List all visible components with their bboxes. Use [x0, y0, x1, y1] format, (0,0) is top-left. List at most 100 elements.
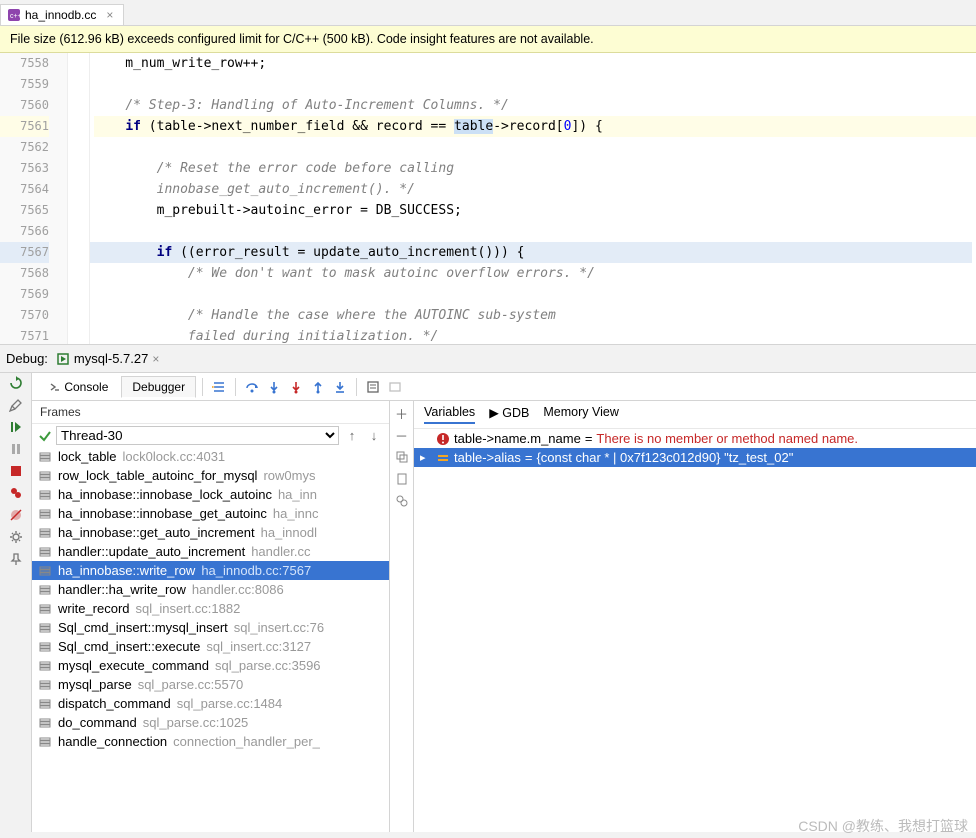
variables-tabs: Variables ▶ GDB Memory View — [414, 401, 976, 429]
frame-row[interactable]: dispatch_command sql_parse.cc:1484 — [32, 694, 389, 713]
warning-text: File size (612.96 kB) exceeds configured… — [10, 32, 594, 46]
evaluate-expression-icon[interactable] — [363, 377, 383, 397]
frame-row[interactable]: write_record sql_insert.cc:1882 — [32, 599, 389, 618]
frame-fn: ha_innobase::get_auto_increment — [58, 525, 255, 540]
debug-label: Debug: — [6, 351, 48, 366]
stackframe-icon — [38, 621, 52, 635]
check-icon — [38, 429, 52, 443]
force-step-into-icon[interactable] — [286, 377, 306, 397]
frame-row[interactable]: mysql_execute_command sql_parse.cc:3596 — [32, 656, 389, 675]
pin-icon[interactable] — [8, 551, 24, 567]
remove-watch-icon[interactable]: － — [394, 427, 410, 443]
pause-icon[interactable] — [8, 441, 24, 457]
add-watch-icon[interactable]: ＋ — [394, 405, 410, 421]
frame-row[interactable]: Sql_cmd_insert::mysql_insert sql_insert.… — [32, 618, 389, 637]
watch-expr: table->alias — [454, 450, 521, 465]
memory-view-tab[interactable]: Memory View — [543, 405, 618, 424]
variables-tab[interactable]: Variables — [424, 405, 475, 424]
frame-fn: ha_innobase::write_row — [58, 563, 195, 578]
console-tab[interactable]: Console — [38, 376, 119, 398]
frame-row[interactable]: ha_innobase::innobase_get_autoinc ha_inn… — [32, 504, 389, 523]
frame-fn: handler::ha_write_row — [58, 582, 186, 597]
frame-fn: ha_innobase::innobase_get_autoinc — [58, 506, 267, 521]
frames-pane: Frames Thread-30 ↑ ↓ lock_table lock0loc… — [32, 401, 390, 832]
rerun-icon[interactable] — [8, 375, 24, 391]
editor-tab[interactable]: c++ ha_innodb.cc × — [0, 4, 124, 25]
editor-tab-label: ha_innodb.cc — [25, 8, 96, 22]
show-watches-icon[interactable] — [394, 493, 410, 509]
code-editor[interactable]: 7558755975607561756275637564756575667567… — [0, 53, 976, 345]
frame-row[interactable]: mysql_parse sql_parse.cc:5570 — [32, 675, 389, 694]
frame-row[interactable]: handler::ha_write_row handler.cc:8086 — [32, 580, 389, 599]
watch-row[interactable]: table->name.m_name = There is no member … — [414, 429, 976, 448]
frame-row[interactable]: ha_innobase::get_auto_increment ha_innod… — [32, 523, 389, 542]
watch-error: There is no member or method named name. — [596, 431, 858, 446]
frame-loc: sql_insert.cc:1882 — [136, 601, 241, 616]
expand-icon[interactable]: ▸ — [420, 451, 432, 464]
debug-panes: Frames Thread-30 ↑ ↓ lock_table lock0loc… — [32, 401, 976, 832]
frame-loc: handler.cc:8086 — [192, 582, 284, 597]
frame-loc: row0mys — [263, 468, 315, 483]
frame-loc: sql_insert.cc:3127 — [206, 639, 311, 654]
step-out-icon[interactable] — [308, 377, 328, 397]
code-area[interactable]: m_num_write_row++; /* Step-3: Handling o… — [90, 53, 976, 344]
view-breakpoints-icon[interactable] — [8, 485, 24, 501]
frame-loc: sql_parse.cc:5570 — [138, 677, 244, 692]
debugger-tab[interactable]: Debugger — [121, 376, 196, 398]
debugger-tab-label: Debugger — [132, 380, 185, 394]
variables-pane: Variables ▶ GDB Memory View table->name.… — [414, 401, 976, 832]
close-icon[interactable]: × — [106, 8, 113, 22]
frame-fn: lock_table — [58, 449, 117, 464]
thread-select[interactable]: Thread-30 — [56, 426, 339, 445]
thread-selector-row: Thread-30 ↑ ↓ — [32, 424, 389, 447]
stackframe-icon — [38, 659, 52, 673]
stackframe-icon — [38, 678, 52, 692]
trace-icon[interactable] — [385, 377, 405, 397]
frame-row[interactable]: do_command sql_parse.cc:1025 — [32, 713, 389, 732]
frame-fn: Sql_cmd_insert::execute — [58, 639, 200, 654]
copy-watch-icon[interactable] — [394, 471, 410, 487]
watches-list[interactable]: table->name.m_name = There is no member … — [414, 429, 976, 832]
watch-row[interactable]: ▸table->alias = {const char * | 0x7f123c… — [414, 448, 976, 467]
step-over-icon[interactable] — [242, 377, 262, 397]
stop-icon[interactable] — [8, 463, 24, 479]
frame-row[interactable]: row_lock_table_autoinc_for_mysql row0mys — [32, 466, 389, 485]
editor-tabbar: c++ ha_innodb.cc × — [0, 0, 976, 26]
run-to-cursor-icon[interactable] — [330, 377, 350, 397]
frame-fn: mysql_execute_command — [58, 658, 209, 673]
stackframe-icon — [38, 602, 52, 616]
show-execution-point-icon[interactable] — [209, 377, 229, 397]
cpp-file-icon: c++ — [7, 8, 21, 22]
frame-row[interactable]: lock_table lock0lock.cc:4031 — [32, 447, 389, 466]
frame-row[interactable]: Sql_cmd_insert::execute sql_insert.cc:31… — [32, 637, 389, 656]
run-config-tab[interactable]: mysql-5.7.27 × — [56, 351, 159, 366]
stackframe-icon — [38, 716, 52, 730]
prev-frame-icon[interactable]: ↑ — [343, 427, 361, 445]
debug-toolbar: Console Debugger — [32, 373, 976, 401]
close-icon[interactable]: × — [152, 352, 159, 366]
frame-row[interactable]: ha_innobase::innobase_lock_autoinc ha_in… — [32, 485, 389, 504]
next-frame-icon[interactable]: ↓ — [365, 427, 383, 445]
mute-breakpoints-icon[interactable] — [8, 507, 24, 523]
run-config-name: mysql-5.7.27 — [74, 351, 148, 366]
stackframe-icon — [38, 583, 52, 597]
svg-text:c++: c++ — [10, 13, 21, 20]
frame-loc: ha_innodb.cc:7567 — [201, 563, 311, 578]
frame-loc: sql_parse.cc:1025 — [143, 715, 249, 730]
frame-row[interactable]: handler::update_auto_increment handler.c… — [32, 542, 389, 561]
stackframe-icon — [38, 526, 52, 540]
frame-fn: row_lock_table_autoinc_for_mysql — [58, 468, 257, 483]
frame-fn: mysql_parse — [58, 677, 132, 692]
frame-loc: sql_parse.cc:3596 — [215, 658, 321, 673]
step-into-icon[interactable] — [264, 377, 284, 397]
settings-icon[interactable] — [8, 529, 24, 545]
gdb-tab[interactable]: ▶ GDB — [489, 405, 529, 424]
frame-loc: ha_innodl — [261, 525, 317, 540]
frames-list[interactable]: lock_table lock0lock.cc:4031row_lock_tab… — [32, 447, 389, 832]
frame-loc: sql_parse.cc:1484 — [177, 696, 283, 711]
frame-row[interactable]: ha_innobase::write_row ha_innodb.cc:7567 — [32, 561, 389, 580]
wrench-icon[interactable] — [8, 397, 24, 413]
duplicate-watch-icon[interactable] — [394, 449, 410, 465]
frame-row[interactable]: handle_connection connection_handler_per… — [32, 732, 389, 751]
resume-icon[interactable] — [8, 419, 24, 435]
